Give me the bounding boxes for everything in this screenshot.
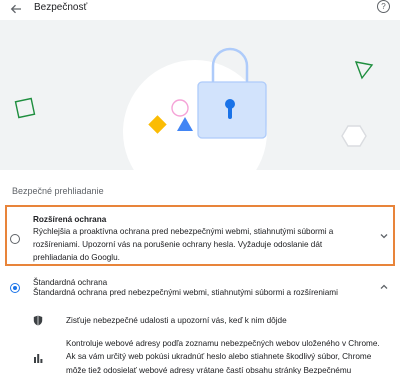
arrow-back-icon (10, 4, 21, 14)
standard-description: Štandardná ochrana pred nebezpečnými web… (33, 288, 338, 297)
help-icon[interactable]: ? (377, 0, 390, 13)
page-title: Bezpečnosť (34, 2, 88, 13)
detail-text: Kontroluje webové adresy podľa zoznamu n… (66, 339, 380, 374)
shield-icon (32, 314, 44, 326)
hexagon-icon (341, 125, 367, 147)
bar-chart-icon (32, 352, 44, 364)
section-title: Bezpečné prehliadanie (12, 186, 104, 196)
collapse-standard-button[interactable] (378, 281, 390, 293)
top-bar: Bezpečnosť ? (0, 0, 400, 20)
green-square-icon (14, 97, 36, 119)
highlight-frame (5, 205, 395, 266)
hero-illustration (0, 20, 400, 170)
detail-item: Kontroluje webové adresy podľa zoznamu n… (0, 337, 400, 374)
detail-text: Zisťuje nebezpečné udalosti a upozorní v… (66, 316, 287, 325)
option-standard-protection[interactable]: Štandardná ochrana Štandardná ochrana pr… (0, 276, 400, 304)
chevron-up-icon (380, 284, 388, 289)
standard-radio[interactable] (10, 283, 20, 293)
detail-item: Zisťuje nebezpečné udalosti a upozorní v… (0, 311, 400, 329)
green-triangle-icon (354, 61, 374, 80)
back-button[interactable] (8, 1, 24, 17)
